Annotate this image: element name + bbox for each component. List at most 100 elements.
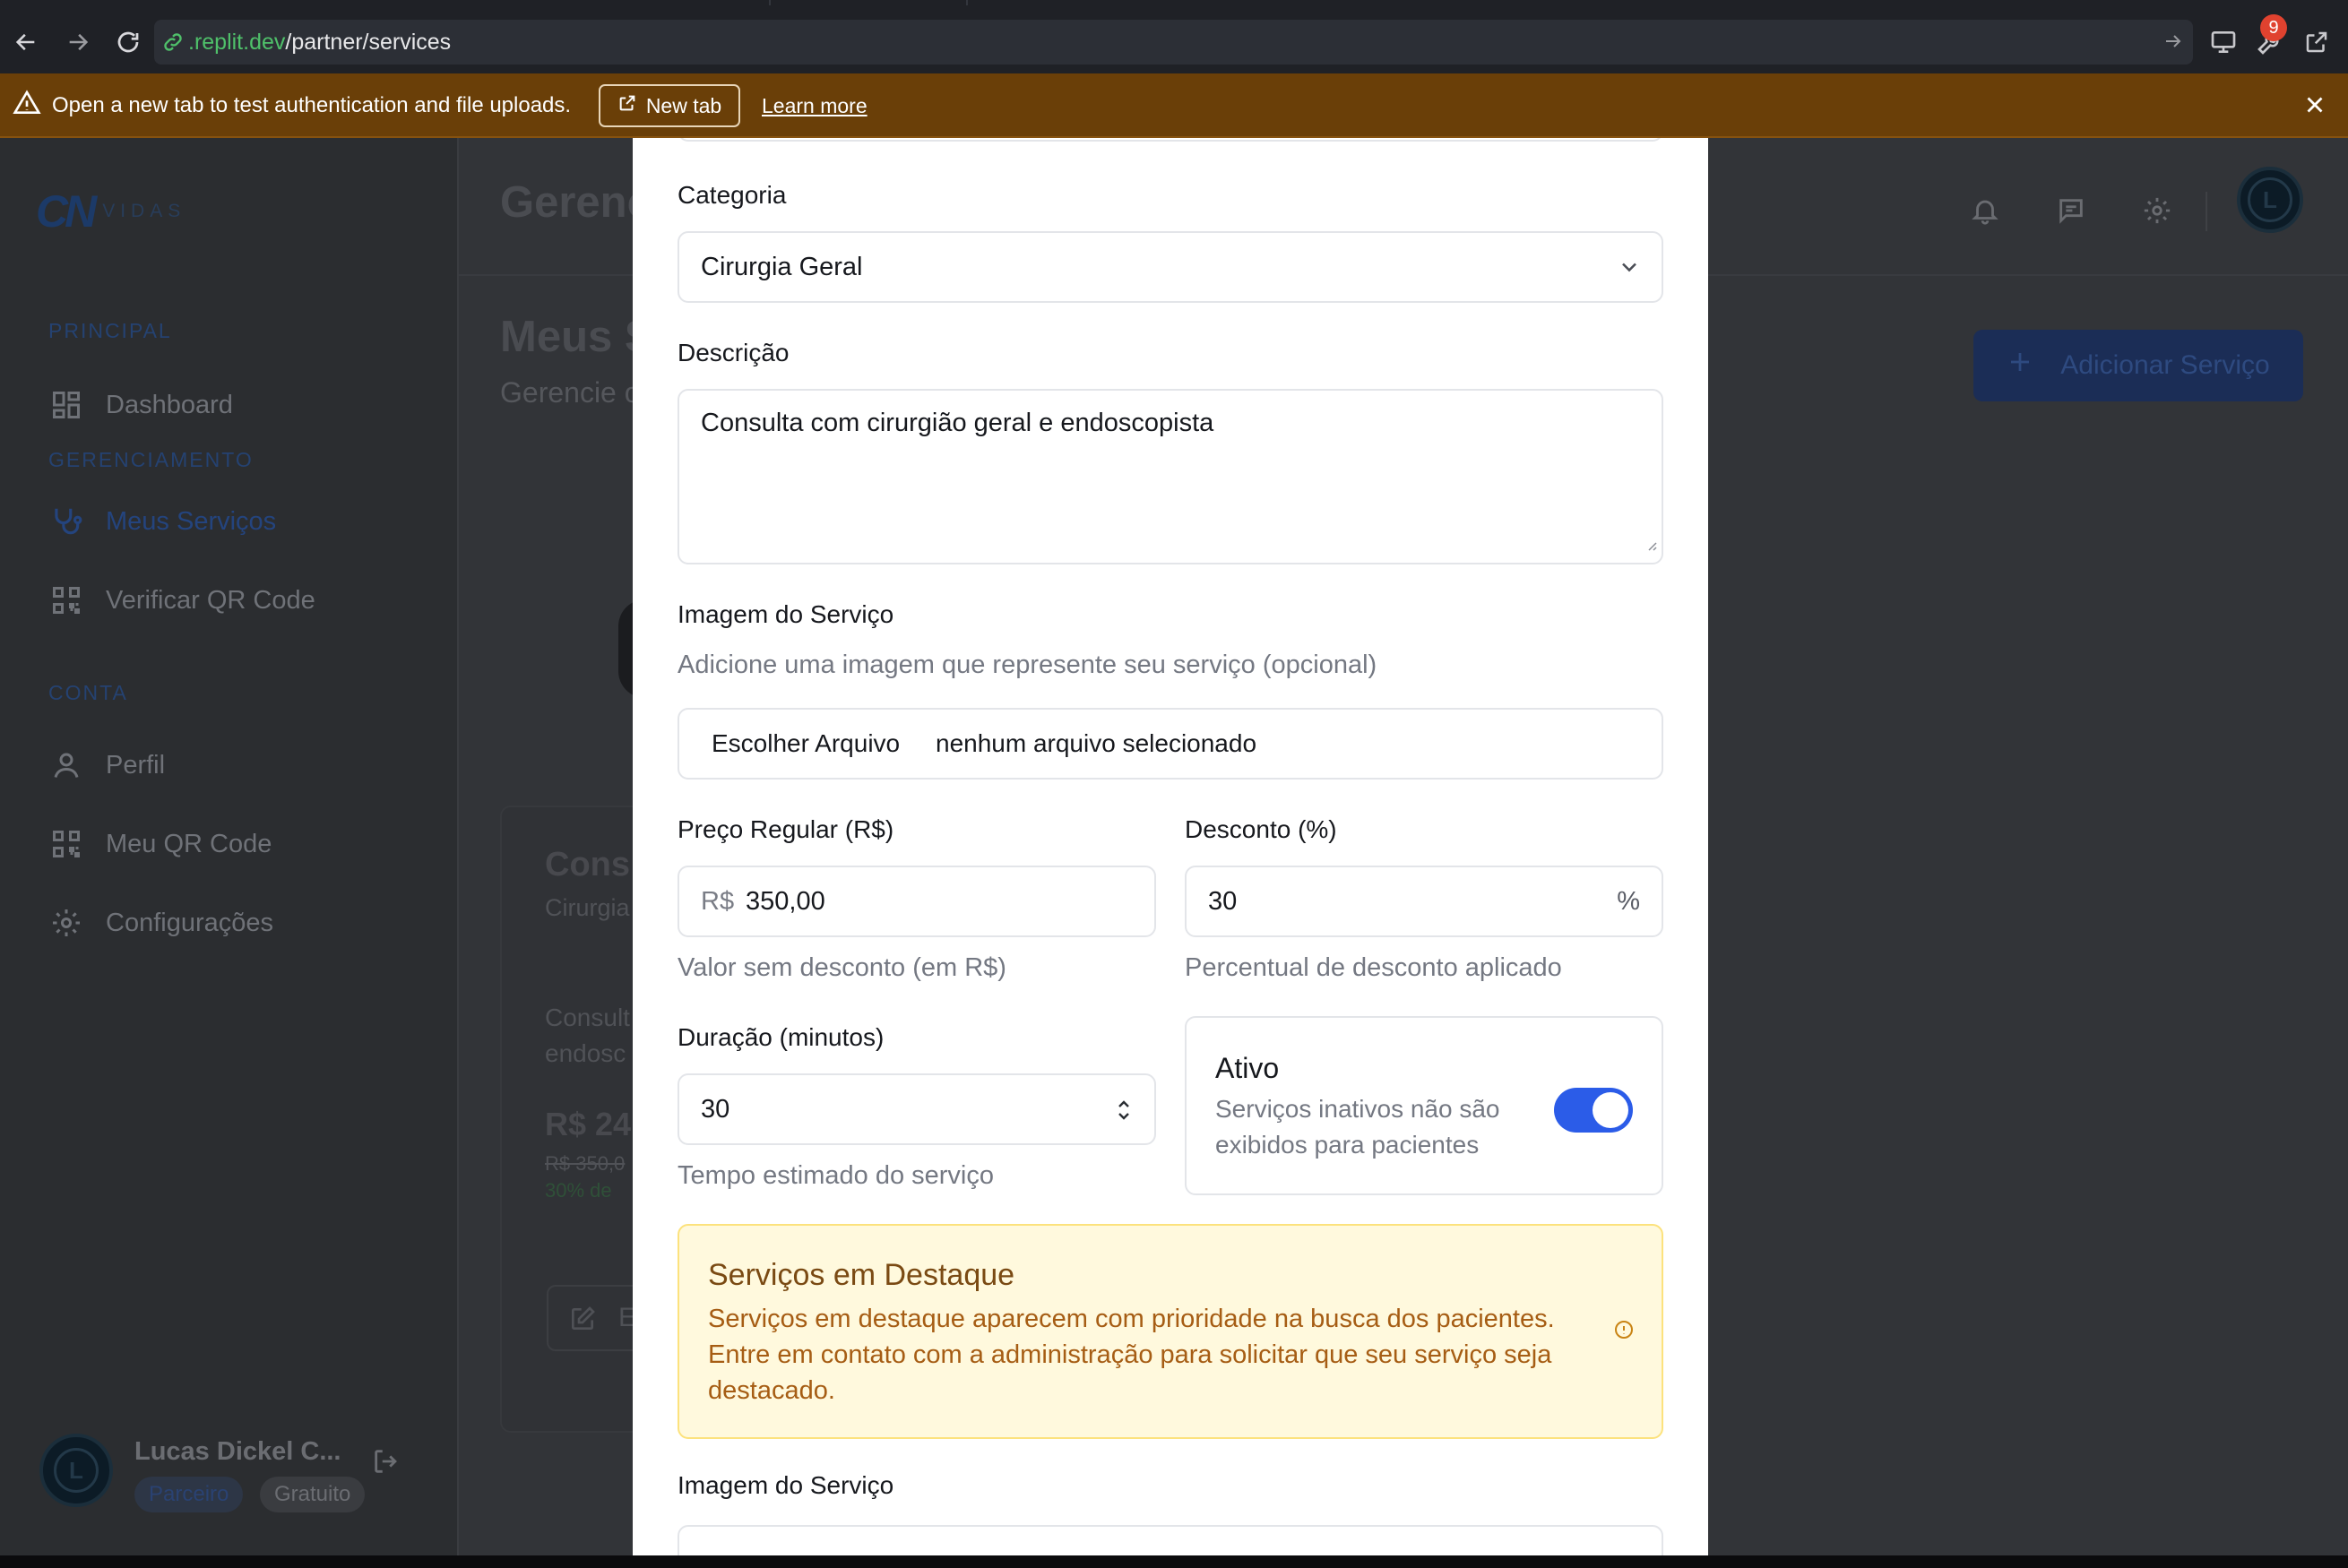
featured-description: Serviços em destaque aparecem com priori… [708, 1305, 1555, 1405]
card-discount: 30% de [545, 1179, 612, 1202]
featured-notice: Serviços em Destaque Serviços em destaqu… [678, 1224, 1663, 1439]
imagem-label-2: Imagem do Serviço [678, 1471, 894, 1499]
categoria-value: Cirurgia Geral [701, 253, 863, 281]
sidebar-item-verificar-qr[interactable]: Verificar QR Code [48, 573, 315, 627]
back-icon[interactable] [4, 22, 48, 63]
file-input[interactable]: Escolher Arquivo nenhum arquivo selecion… [678, 708, 1663, 780]
link-icon [161, 30, 185, 58]
notification-badge: 9 [2260, 14, 2287, 41]
section-heading-gerenciamento: GERENCIAMENTO [48, 448, 254, 471]
preco-input[interactable]: R$ 350,00 [678, 866, 1156, 937]
new-tab-label: New tab [645, 93, 722, 117]
sidebar-item-label: Configurações [106, 908, 273, 937]
descricao-textarea[interactable]: Consulta com cirurgião geral e endoscopi… [678, 389, 1663, 564]
descricao-label: Descrição [678, 339, 790, 366]
warning-icon [13, 89, 41, 122]
browser-tab[interactable] [771, 0, 968, 5]
desconto-hint: Percentual de desconto aplicado [1185, 953, 1562, 982]
logo: CN VIDAS [36, 185, 186, 237]
browser-tab[interactable] [591, 0, 771, 5]
section-heading-conta: CONTA [48, 681, 128, 704]
ativo-description: exibidos para pacientes [1215, 1131, 1480, 1159]
desconto-label: Desconto (%) [1185, 815, 1337, 843]
duracao-input[interactable]: 30 [678, 1073, 1156, 1145]
close-icon[interactable] [2301, 91, 2328, 123]
sidebar-item-meu-qr[interactable]: Meu QR Code [48, 817, 272, 871]
card-price: R$ 24 [545, 1106, 632, 1142]
gear-icon [48, 905, 84, 941]
desconto-value: 30 [1208, 887, 1238, 916]
logout-icon[interactable] [371, 1446, 401, 1481]
service-form-modal: Categoria Cirurgia Geral Descrição Consu… [633, 138, 1708, 1555]
bell-icon[interactable] [1963, 188, 2007, 233]
sidebar-item-label: Perfil [106, 750, 166, 780]
browser-tab-strip [0, 0, 2348, 11]
sidebar-item-meus-servicos[interactable]: Meus Serviços [48, 495, 276, 548]
add-service-label: Adicionar Serviço [2060, 350, 2270, 380]
sidebar-item-label: Verificar QR Code [106, 585, 315, 615]
divider [2206, 192, 2207, 231]
categoria-label: Categoria [678, 181, 787, 209]
page-title: Meus S [500, 313, 654, 361]
preco-value: 350,00 [746, 887, 825, 916]
qr-code-icon [48, 826, 84, 862]
stepper-icon[interactable] [1115, 1095, 1133, 1133]
desconto-input[interactable]: 30 % [1185, 866, 1663, 937]
avatar[interactable]: L [2237, 167, 2303, 233]
logo-word: VIDAS [102, 201, 186, 221]
duracao-hint: Tempo estimado do serviço [678, 1161, 994, 1190]
sidebar-item-label: Dashboard [106, 390, 233, 419]
card-description: Consult [545, 1004, 630, 1031]
new-tab-button[interactable]: New tab [599, 84, 740, 127]
card-old-price: R$ 350,0 [545, 1152, 626, 1175]
choose-file-button[interactable]: Escolher Arquivo [712, 710, 900, 778]
role-badge: Parceiro [134, 1477, 244, 1512]
logo-mark: CN [36, 186, 97, 237]
card-category: Cirurgia [545, 894, 630, 921]
section-heading-principal: PRINCIPAL [48, 319, 172, 342]
dashboard-icon [48, 387, 84, 423]
sidebar: CN VIDAS PRINCIPAL Dashboard GERENCIAMEN… [0, 138, 459, 1555]
percent-suffix: % [1617, 887, 1640, 916]
user-name: Lucas Dickel C... [134, 1437, 341, 1466]
categoria-select[interactable]: Cirurgia Geral [678, 231, 1663, 303]
ativo-label: Ativo [1215, 1052, 1280, 1084]
imagem-label: Imagem do Serviço [678, 600, 894, 628]
forward-icon[interactable] [56, 22, 100, 63]
add-service-button[interactable]: Adicionar Serviço [1973, 330, 2303, 401]
browser-toolbar: .replit.dev/partner/services [0, 11, 2348, 73]
chevron-down-icon [1617, 254, 1642, 287]
plan-badge: Gratuito [260, 1477, 366, 1512]
open-external-icon[interactable] [2296, 22, 2337, 63]
devices-icon[interactable] [2203, 22, 2244, 63]
card-title: Cons [545, 846, 630, 883]
sidebar-item-configuracoes[interactable]: Configurações [48, 896, 273, 950]
user-icon [48, 747, 84, 783]
qr-code-icon [48, 582, 84, 618]
imagem-hint: Adicione uma imagem que represente seu s… [678, 650, 1377, 679]
descricao-value: Consulta com cirurgião geral e endoscopi… [701, 409, 1214, 437]
preco-label: Preço Regular (R$) [678, 815, 894, 843]
image-url-input[interactable] [678, 1525, 1663, 1555]
gear-icon[interactable] [2135, 188, 2180, 233]
address-bar[interactable]: .replit.dev/partner/services [154, 20, 2193, 65]
input-field[interactable] [678, 138, 1663, 142]
reload-icon[interactable] [106, 22, 151, 63]
page-subtitle: Gerencie o [500, 376, 641, 409]
url-text: .replit.dev/partner/services [188, 30, 452, 55]
featured-title: Serviços em Destaque [708, 1258, 1015, 1292]
topbar-title: Gerenc [500, 178, 652, 227]
sidebar-item-label: Meu QR Code [106, 829, 272, 858]
duracao-label: Duração (minutos) [678, 1023, 885, 1051]
resize-handle-icon[interactable] [1644, 530, 1658, 559]
ativo-toggle[interactable] [1554, 1088, 1633, 1133]
message-icon[interactable] [2049, 188, 2093, 233]
info-banner: Open a new tab to test authentication an… [0, 73, 2348, 138]
sidebar-item-perfil[interactable]: Perfil [48, 738, 165, 792]
sidebar-item-dashboard[interactable]: Dashboard [48, 378, 233, 432]
banner-message: Open a new tab to test authentication an… [52, 93, 572, 117]
currency-prefix: R$ [701, 887, 735, 916]
go-arrow-icon[interactable] [2162, 30, 2184, 56]
user-profile[interactable]: L Lucas Dickel C... Parceiro Gratuito [39, 1434, 434, 1514]
learn-more-link[interactable]: Learn more [762, 73, 868, 138]
